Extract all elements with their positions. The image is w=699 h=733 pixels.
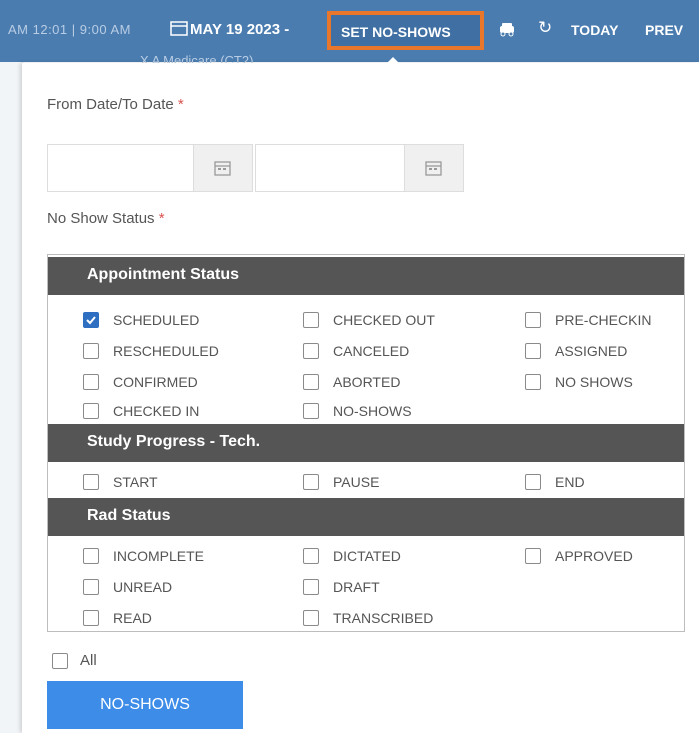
today-button[interactable]: TODAY — [571, 22, 618, 38]
rad-status-header: Rad Status — [48, 498, 684, 536]
top-toolbar: AM 12:01 | 9:00 AM MAY 19 2023 - SET NO-… — [0, 0, 699, 68]
from-date-picker-button[interactable] — [193, 145, 252, 191]
checkbox[interactable] — [525, 374, 541, 390]
checkbox[interactable] — [303, 312, 319, 328]
select-all-checkbox[interactable] — [52, 653, 68, 669]
no-show-status-label: No Show Status * — [47, 210, 165, 227]
checkbox[interactable] — [303, 610, 319, 626]
time-range-text: AM 12:01 | 9:00 AM — [8, 22, 131, 37]
no-shows-submit-button[interactable]: NO-SHOWS — [47, 681, 243, 729]
car-icon[interactable] — [498, 20, 516, 38]
to-date-picker-button[interactable] — [404, 145, 463, 191]
checkbox[interactable] — [525, 343, 541, 359]
checkbox[interactable] — [303, 474, 319, 490]
checkbox[interactable] — [525, 474, 541, 490]
appointment-status-header: Appointment Status — [48, 257, 684, 295]
checkbox[interactable] — [83, 312, 99, 328]
checkbox[interactable] — [83, 474, 99, 490]
prev-button[interactable]: PREV — [645, 22, 683, 38]
checkbox[interactable] — [303, 579, 319, 595]
set-no-shows-label: SET NO-SHOWS — [341, 24, 451, 40]
calendar-icon — [214, 161, 231, 176]
checkbox[interactable] — [303, 548, 319, 564]
checkbox[interactable] — [83, 610, 99, 626]
popup-caret — [385, 57, 401, 65]
checkbox[interactable] — [303, 403, 319, 419]
set-no-shows-button[interactable]: SET NO-SHOWS — [327, 11, 484, 50]
select-all-label: All — [80, 652, 97, 669]
status-table: Appointment Status SCHEDULED CHECKED OUT… — [47, 254, 685, 632]
study-progress-header: Study Progress - Tech. — [48, 424, 684, 462]
calendar-icon — [425, 161, 442, 176]
checkbox[interactable] — [83, 343, 99, 359]
checkbox[interactable] — [303, 374, 319, 390]
schedule-date[interactable]: MAY 19 2023 - — [190, 21, 289, 38]
check-icon — [86, 316, 96, 325]
left-panel-edge — [0, 62, 23, 733]
checkbox[interactable] — [83, 548, 99, 564]
checkbox[interactable] — [303, 343, 319, 359]
checkbox[interactable] — [525, 312, 541, 328]
checkbox[interactable] — [525, 548, 541, 564]
checkbox[interactable] — [83, 579, 99, 595]
checkbox[interactable] — [83, 374, 99, 390]
required-mark: * — [158, 210, 165, 227]
checkbox[interactable] — [83, 403, 99, 419]
required-mark: * — [177, 96, 184, 113]
from-date-field[interactable] — [47, 144, 253, 192]
from-to-date-label: From Date/To Date * — [47, 96, 184, 113]
to-date-field[interactable] — [255, 144, 464, 192]
calendar-icon[interactable] — [170, 20, 188, 36]
refresh-icon[interactable]: ↻ — [538, 18, 552, 38]
